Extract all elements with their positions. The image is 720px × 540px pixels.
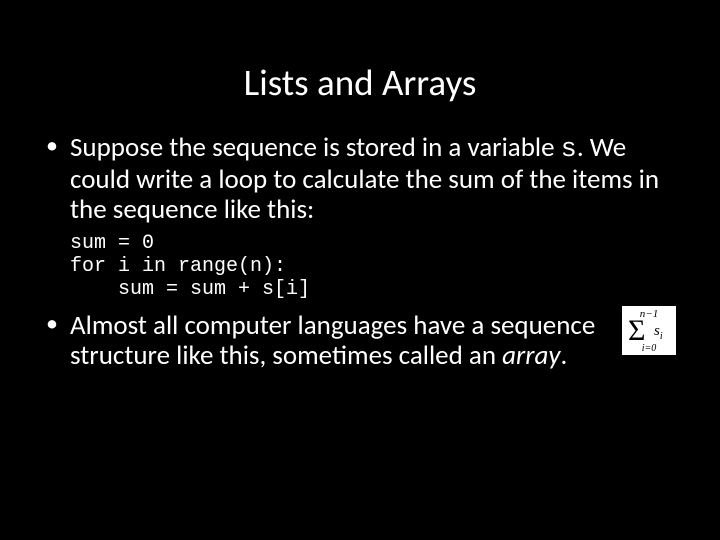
bullet-item-1: Suppose the sequence is stored in a vari…	[40, 133, 680, 226]
slide-title: Lists and Arrays	[0, 60, 720, 105]
slide: Lists and Arrays Suppose the sequence is…	[0, 60, 720, 540]
slide-content: Suppose the sequence is stored in a vari…	[40, 133, 680, 371]
bullet-list: Suppose the sequence is stored in a vari…	[40, 133, 680, 226]
bullet1-text-pre: Suppose the sequence is stored in a vari…	[70, 131, 561, 164]
code-block: sum = 0 for i in range(n): sum = sum + s…	[70, 232, 680, 301]
sigma-term: si	[654, 323, 663, 342]
bullet2-emphasis: array	[502, 339, 560, 372]
bullet-item-2: Almost all computer languages have a seq…	[40, 311, 680, 371]
bullet-list-2: Almost all computer languages have a seq…	[40, 311, 680, 371]
sigma-symbol: Σ	[628, 316, 645, 346]
summation-formula: n−1 Σ si i=0	[622, 306, 676, 355]
sigma-lower-limit: i=0	[622, 343, 676, 354]
bullet1-code-var: s	[561, 135, 577, 165]
bullet2-text-post: .	[561, 339, 568, 372]
